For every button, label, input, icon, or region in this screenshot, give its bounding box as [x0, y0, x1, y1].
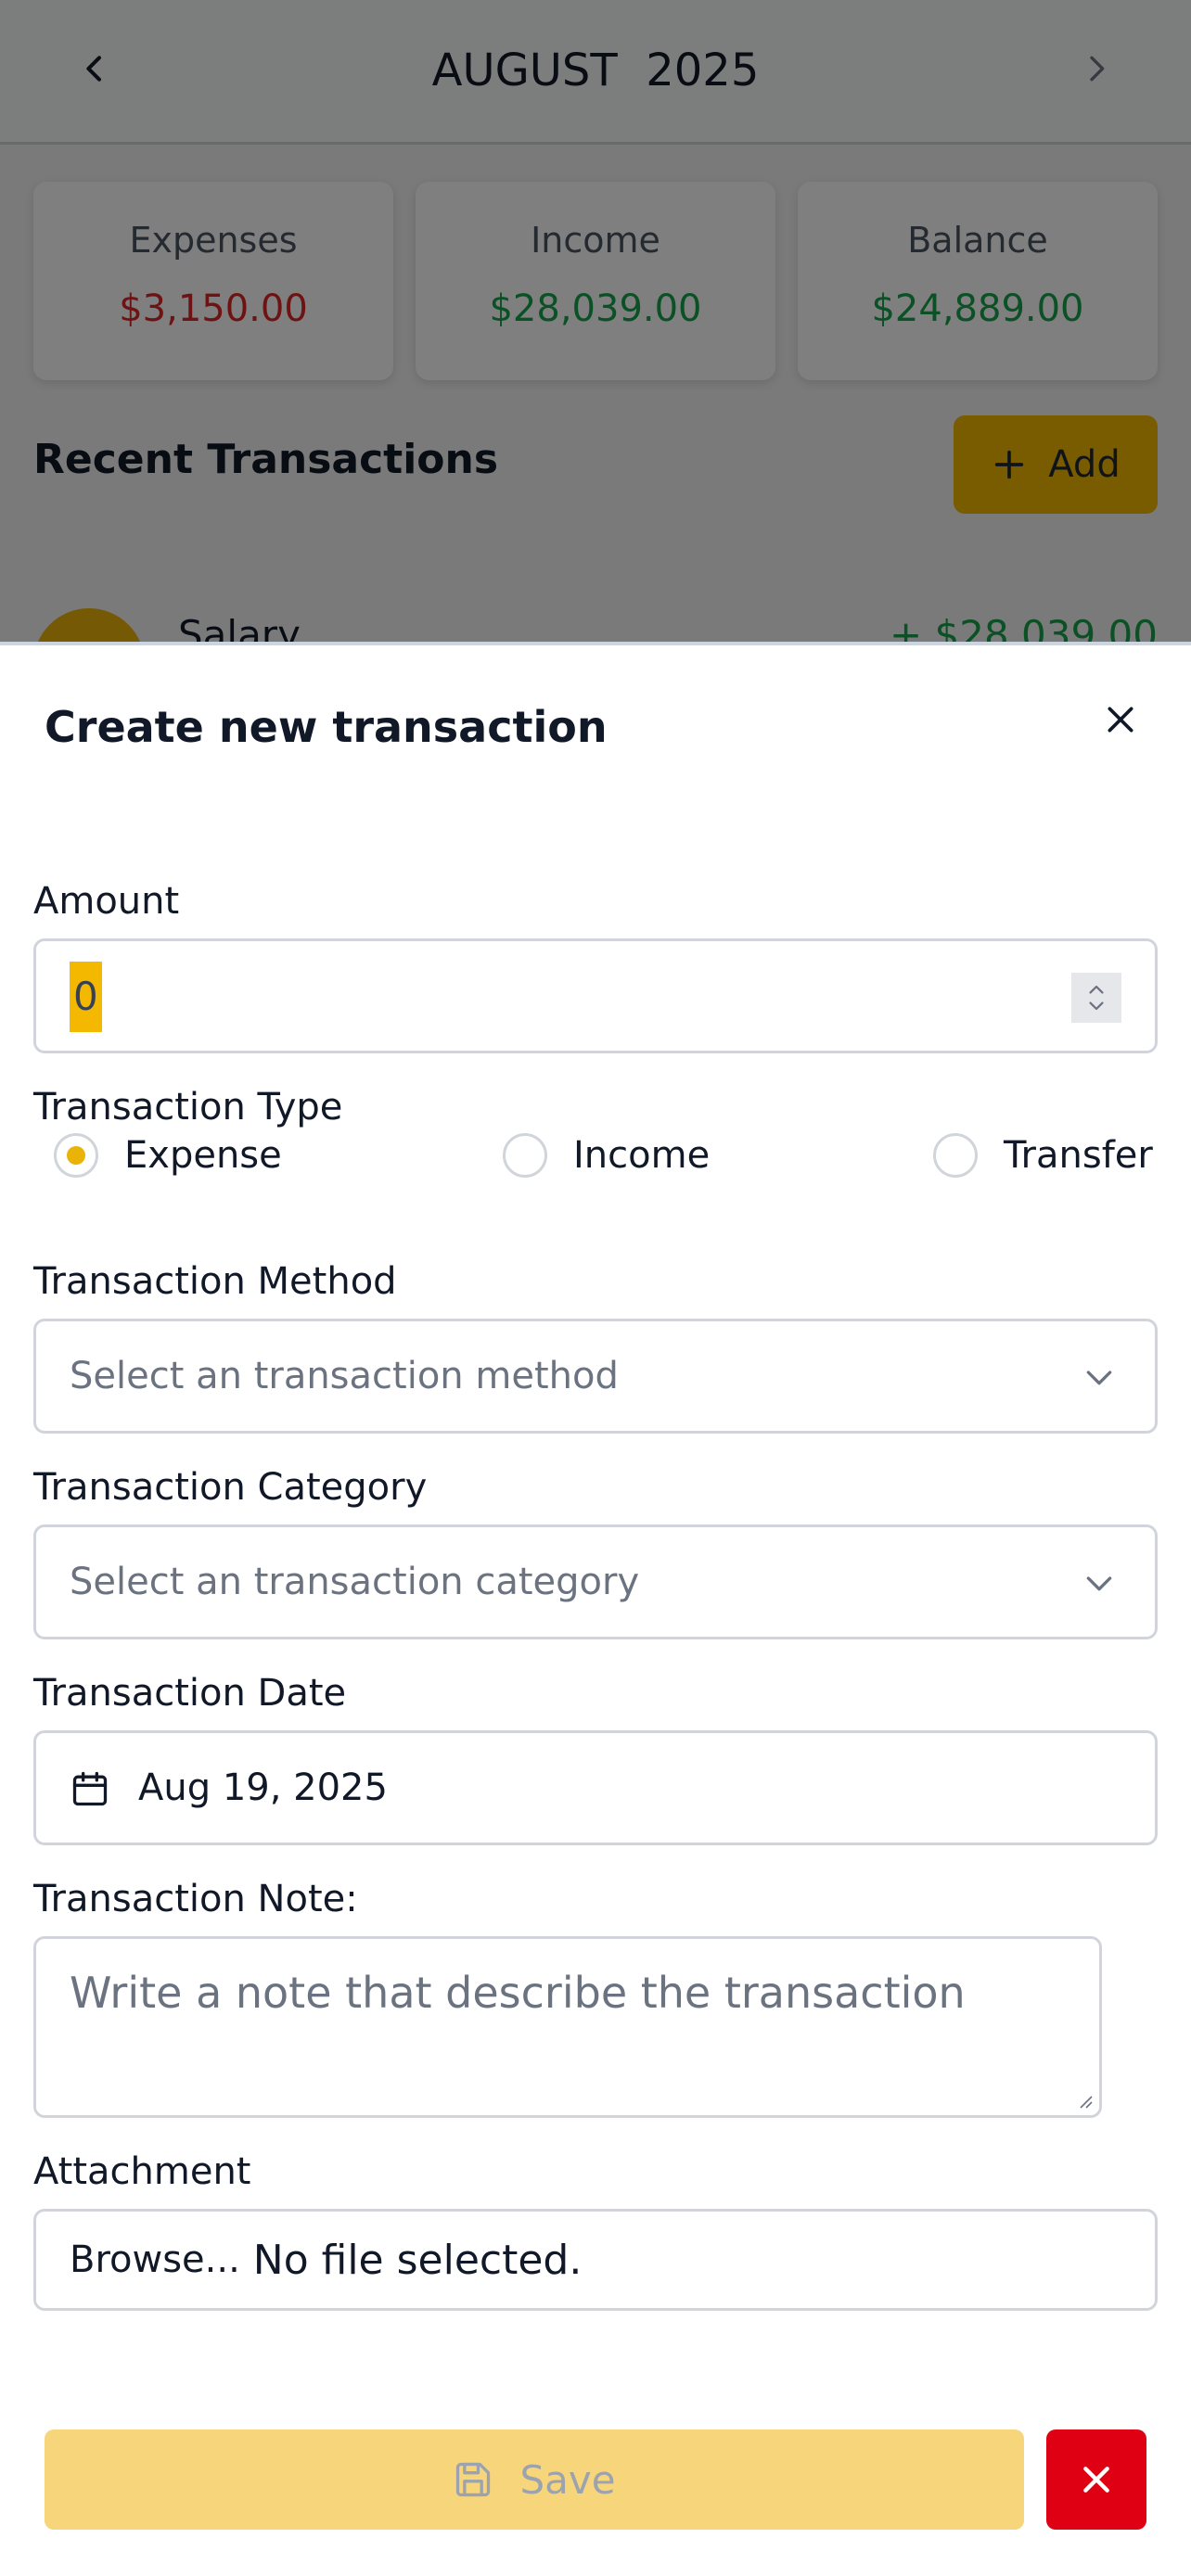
- chevron-down-icon: [1086, 1371, 1112, 1385]
- transaction-note-textarea[interactable]: Write a note that describe the transacti…: [33, 1936, 1102, 2118]
- attachment-file-input[interactable]: Browse... No file selected.: [33, 2209, 1158, 2311]
- transaction-method-label: Transaction Method: [33, 1260, 397, 1303]
- cancel-button[interactable]: [1046, 2429, 1146, 2530]
- save-button[interactable]: Save: [45, 2429, 1024, 2530]
- radio-income[interactable]: Income: [503, 1133, 710, 1178]
- note-placeholder: Write a note that describe the transacti…: [70, 1968, 966, 2018]
- chevron-down-icon: [1086, 1576, 1112, 1591]
- transaction-note-label: Transaction Note:: [33, 1878, 358, 1920]
- radio-income-label: Income: [573, 1134, 711, 1177]
- radio-transfer-label: Transfer: [1004, 1134, 1153, 1177]
- amount-label: Amount: [33, 880, 180, 923]
- close-icon: [1083, 2467, 1109, 2493]
- transaction-category-select[interactable]: Select an transaction category: [33, 1524, 1158, 1639]
- attachment-label: Attachment: [33, 2150, 251, 2193]
- radio-transfer[interactable]: Transfer: [933, 1133, 1153, 1178]
- transaction-type-group: Expense Income Transfer: [33, 1133, 1158, 1198]
- transaction-type-label: Transaction Type: [33, 1086, 343, 1129]
- stepper-icon: [1089, 985, 1104, 1011]
- sheet-title: Create new transaction: [45, 702, 608, 752]
- date-value: Aug 19, 2025: [138, 1766, 388, 1809]
- browse-button[interactable]: Browse...: [70, 2238, 240, 2281]
- save-button-label: Save: [519, 2456, 616, 2503]
- file-status: No file selected.: [252, 2236, 583, 2284]
- save-icon: [456, 2462, 491, 2497]
- transaction-category-label: Transaction Category: [33, 1466, 428, 1509]
- amount-input[interactable]: 0: [33, 938, 1158, 1053]
- radio-income-indicator: [503, 1133, 547, 1178]
- radio-expense-indicator: [54, 1133, 98, 1178]
- radio-transfer-indicator: [933, 1133, 978, 1178]
- method-placeholder: Select an transaction method: [70, 1355, 619, 1397]
- radio-expense[interactable]: Expense: [54, 1133, 282, 1178]
- calendar-icon: [72, 1771, 108, 1806]
- resize-handle-icon[interactable]: [1075, 2091, 1094, 2110]
- category-placeholder: Select an transaction category: [70, 1561, 640, 1603]
- modal-backdrop[interactable]: [0, 0, 1191, 649]
- radio-expense-label: Expense: [124, 1134, 282, 1177]
- amount-value: 0: [70, 962, 102, 1032]
- close-icon: [1108, 707, 1133, 733]
- transaction-date-label: Transaction Date: [33, 1672, 347, 1715]
- amount-stepper[interactable]: [1071, 973, 1121, 1023]
- close-sheet-button[interactable]: [1095, 694, 1146, 746]
- transaction-date-picker[interactable]: Aug 19, 2025: [33, 1730, 1158, 1845]
- transaction-method-select[interactable]: Select an transaction method: [33, 1319, 1158, 1434]
